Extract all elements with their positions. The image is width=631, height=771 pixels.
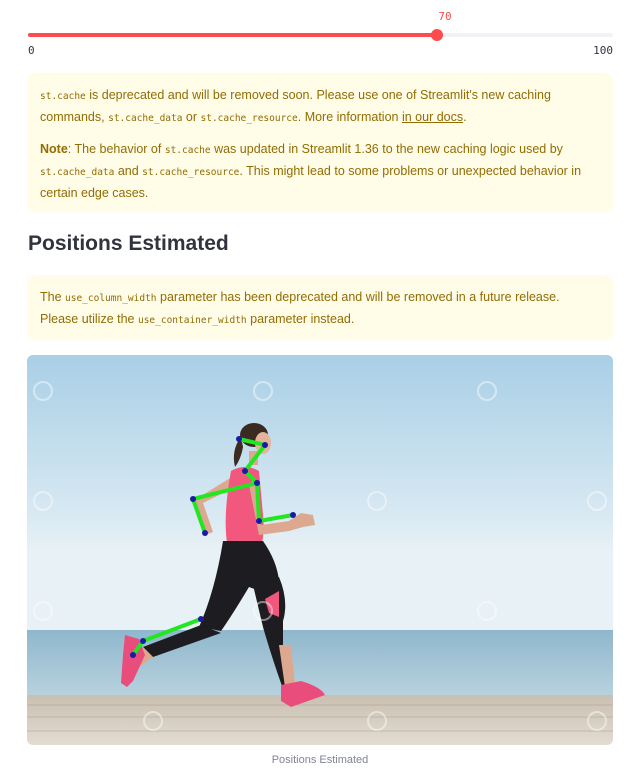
warning-text: parameter instead. [246, 312, 355, 326]
code-inline: st.cache [40, 91, 86, 102]
warning-text: was updated in Streamlit 1.36 to the new… [210, 142, 563, 156]
slider-value: 70 [438, 10, 452, 23]
slider-track[interactable] [28, 33, 613, 37]
warning-text: and [114, 164, 143, 178]
sea [27, 630, 613, 698]
warning-paragraph: The use_column_width parameter has been … [40, 287, 600, 331]
code-inline: st.cache_data [108, 113, 183, 124]
code-inline: st.cache_resource [200, 113, 298, 124]
warning-text: The [40, 290, 66, 304]
slider[interactable]: 70 0 100 [28, 8, 613, 58]
slider-thumb[interactable] [431, 29, 443, 41]
slider-max-label: 100 [593, 44, 613, 57]
slider-min-label: 0 [28, 44, 35, 57]
warning-paragraph: st.cache is deprecated and will be remov… [40, 85, 600, 129]
code-inline: st.cache_data [40, 167, 115, 178]
page-heading: Positions Estimated [28, 232, 229, 255]
code-inline: st.cache [164, 145, 211, 156]
warning-text: or [182, 110, 201, 124]
note-label: Note [40, 142, 68, 156]
warning-text: . More information [297, 110, 402, 124]
slider-track-fill [28, 33, 437, 37]
code-inline: use_column_width [65, 293, 157, 304]
code-inline: use_container_width [137, 315, 247, 326]
parameter-warning: The use_column_width parameter has been … [27, 275, 613, 340]
sky [27, 355, 613, 635]
pose-estimation-image [27, 355, 613, 745]
image-caption: Positions Estimated [271, 754, 369, 766]
boardwalk [27, 695, 613, 745]
warning-text: . [463, 110, 467, 124]
pose-image [27, 355, 613, 745]
code-inline: st.cache_resource [142, 167, 240, 178]
warning-text: : The behavior of [67, 142, 165, 156]
note-paragraph: Note: The behavior of st.cache was updat… [40, 139, 600, 203]
docs-link[interactable]: in our docs [402, 110, 463, 124]
deprecation-warning: st.cache is deprecated and will be remov… [27, 73, 613, 212]
